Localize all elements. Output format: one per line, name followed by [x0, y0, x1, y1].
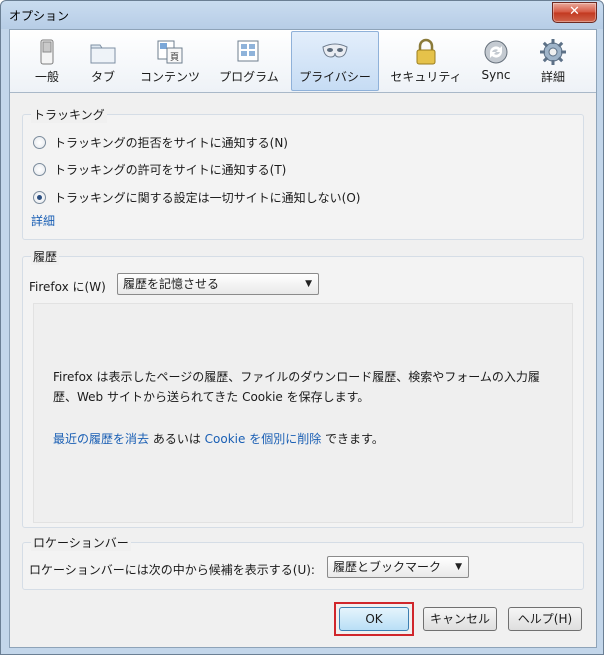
- sync-icon: [484, 40, 508, 64]
- radio-label: トラッキングの拒否をサイトに通知する(N): [54, 135, 288, 150]
- clear-recent-history-link[interactable]: 最近の履歴を消去: [53, 432, 149, 446]
- pane-privacy[interactable]: プライバシー: [291, 31, 379, 91]
- history-description-line2: 歴、Web サイトから送られてきた Cookie を保存します。: [53, 390, 370, 404]
- remove-cookies-link[interactable]: Cookie を個別に削除: [205, 432, 322, 446]
- radio-label: トラッキングの許可をサイトに通知する(T): [54, 162, 287, 177]
- radio-label: トラッキングに関する設定は一切サイトに通知しない(O): [54, 190, 361, 205]
- firefox-will-label: Firefox に(W): [29, 280, 106, 294]
- pane-tabs[interactable]: タブ: [78, 32, 128, 90]
- tail-text: できます。: [321, 432, 384, 446]
- pane-applications-label: プログラム: [219, 70, 279, 84]
- pane-content[interactable]: 頁 コンテンツ: [132, 32, 208, 90]
- history-mode-value: 履歴を記憶させる: [123, 277, 220, 291]
- location-suggest-select[interactable]: 履歴とブックマーク ▼: [327, 556, 469, 578]
- pane-general[interactable]: 一般: [18, 32, 76, 90]
- close-icon: ✕: [569, 4, 580, 19]
- dialog-client-area: 一般 タブ 頁 コンテンツ プログラム プライバシー セキュリティ Sync 詳…: [9, 29, 597, 648]
- history-group-label: 履歴: [31, 248, 60, 265]
- tracking-option-no-preference[interactable]: トラッキングに関する設定は一切サイトに通知しない(O): [33, 188, 360, 206]
- history-description: Firefox は表示したページの履歴、ファイルのダウンロード履歴、検索やフォー…: [53, 367, 540, 407]
- close-button[interactable]: ✕: [552, 2, 597, 23]
- pane-tabs-label: タブ: [90, 70, 115, 84]
- switch-icon: [40, 39, 54, 65]
- pane-applications[interactable]: プログラム: [212, 32, 286, 90]
- content-page-icon: 頁: [157, 40, 183, 64]
- location-suggest-value: 履歴とブックマーク: [333, 560, 442, 574]
- tracking-group-label: トラッキング: [31, 106, 107, 123]
- or-text: あるいは: [149, 432, 205, 446]
- pane-security[interactable]: セキュリティ: [384, 32, 468, 90]
- pane-advanced-label: 詳細: [540, 70, 565, 84]
- tracking-option-do-not-track[interactable]: トラッキングの拒否をサイトに通知する(N): [33, 133, 288, 151]
- padlock-icon: [416, 38, 436, 65]
- dropdown-arrow-icon: ▼: [455, 562, 462, 572]
- history-description-panel: [33, 303, 573, 523]
- location-suggest-label: ロケーションバーには次の中から候補を表示する(U):: [29, 563, 315, 577]
- pane-privacy-label: プライバシー: [299, 70, 371, 84]
- location-bar-group: ロケーションバー ロケーションバーには次の中から候補を表示する(U): 履歴とブ…: [22, 534, 584, 590]
- applications-icon: [237, 40, 259, 62]
- privacy-mask-icon: [322, 43, 348, 58]
- pane-security-label: セキュリティ: [390, 70, 462, 84]
- radio-button[interactable]: [33, 162, 46, 176]
- cancel-button[interactable]: キャンセル: [423, 607, 497, 631]
- radio-button-checked[interactable]: [33, 190, 46, 204]
- pane-content-label: コンテンツ: [139, 70, 200, 84]
- ok-button[interactable]: OK: [339, 607, 409, 631]
- radio-button[interactable]: [33, 135, 46, 149]
- pane-sync[interactable]: Sync: [472, 32, 520, 90]
- history-mode-select[interactable]: 履歴を記憶させる ▼: [117, 273, 319, 295]
- help-button[interactable]: ヘルプ(H): [508, 607, 582, 631]
- options-window: オプション ✕ 一般 タブ 頁 コンテンツ プログラム プライバシー セキュリテ…: [0, 0, 604, 655]
- tracking-details-link[interactable]: 詳細: [31, 212, 55, 229]
- tracking-group: トラッキング トラッキングの拒否をサイトに通知する(N) トラッキングの許可をサ…: [22, 106, 584, 240]
- pane-general-label: 一般: [34, 70, 59, 84]
- title-bar[interactable]: オプション ✕: [1, 1, 603, 29]
- location-bar-group-label: ロケーションバー: [31, 534, 131, 551]
- dropdown-arrow-icon: ▼: [305, 279, 312, 289]
- tabs-folder-icon: [90, 44, 116, 64]
- window-title: オプション: [9, 9, 70, 23]
- pane-sync-label: Sync: [481, 68, 511, 82]
- gear-icon: [540, 39, 566, 65]
- history-group: 履歴 Firefox に(W) 履歴を記憶させる ▼ Firefox は表示した…: [22, 248, 584, 528]
- history-actions-line: 最近の履歴を消去 あるいは Cookie を個別に削除 できます。: [53, 429, 384, 449]
- svg-text:頁: 頁: [170, 52, 179, 63]
- history-description-line1: Firefox は表示したページの履歴、ファイルのダウンロード履歴、検索やフォー…: [53, 370, 540, 384]
- tracking-option-allow-track[interactable]: トラッキングの許可をサイトに通知する(T): [33, 160, 286, 178]
- pane-advanced[interactable]: 詳細: [524, 32, 582, 90]
- pane-toolbar: 一般 タブ 頁 コンテンツ プログラム プライバシー セキュリティ Sync 詳…: [10, 30, 596, 93]
